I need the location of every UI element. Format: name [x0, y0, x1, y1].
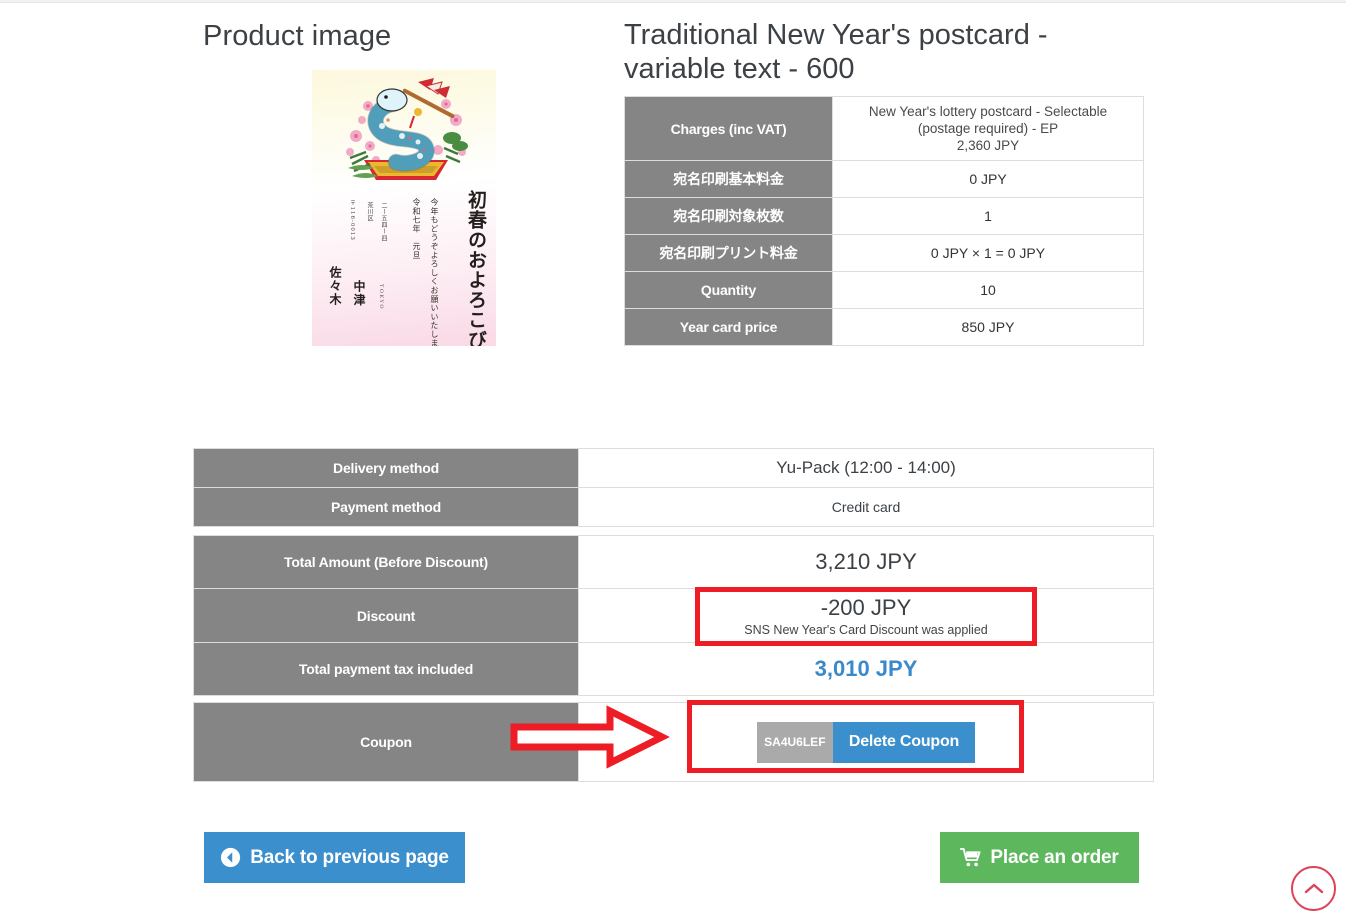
postcard-zip-code: 〒116-0013	[349, 200, 355, 241]
charges-row-label: 宛名印刷対象枚数	[624, 197, 833, 235]
delete-coupon-button[interactable]: Delete Coupon	[832, 721, 976, 763]
charges-row-label: Year card price	[624, 308, 833, 346]
charges-row-label: Quantity	[624, 271, 833, 309]
order-confirmation-page: Product image Traditional New Year's pos…	[0, 0, 1346, 914]
postcard-family-name: 佐々木	[328, 266, 342, 307]
charges-table: Charges (inc VAT) New Year's lottery pos…	[624, 96, 1144, 346]
postcard-greeting-text: 今年もどうぞよろしくお願いいたします	[430, 198, 439, 346]
total-payment-label: Total payment tax included	[193, 642, 579, 696]
chevron-up-icon	[1304, 883, 1323, 894]
delivery-method-label: Delivery method	[193, 448, 579, 488]
coupon-label: Coupon	[193, 702, 579, 782]
place-order-button-label: Place an order	[990, 846, 1119, 868]
payment-method-label: Payment method	[193, 487, 579, 527]
arrow-circle-left-icon	[221, 847, 241, 868]
total-before-discount-label: Total Amount (Before Discount)	[193, 535, 579, 589]
scroll-to-top-button[interactable]	[1291, 866, 1336, 911]
coupon-table: Coupon SA4U6LEF Delete Coupon	[193, 702, 1154, 782]
table-row: Payment method Credit card	[193, 487, 1154, 527]
total-before-discount-value: 3,210 JPY	[578, 535, 1154, 589]
charges-row-value: 10	[832, 271, 1144, 309]
postcard-address-line-1: 二ー五四ー四	[380, 202, 387, 242]
postcard-date-text: 令和七年 元旦	[412, 198, 421, 260]
table-row: Quantity 10	[624, 271, 1144, 309]
back-to-previous-page-button[interactable]: Back to previous page	[204, 832, 465, 883]
postcard-romaji-text: TOKYO	[378, 284, 384, 310]
product-postcard-image: 初春のおよろこびを申し上げます 今年もどうぞよろしくお願いいたします 令和七年 …	[312, 70, 496, 346]
product-image-heading: Product image	[203, 20, 392, 52]
delivery-method-value: Yu-Pack (12:00 - 14:00)	[578, 448, 1154, 488]
total-payment-value: 3,010 JPY	[578, 642, 1154, 696]
shopping-cart-icon	[960, 848, 981, 867]
discount-label: Discount	[193, 588, 579, 643]
table-row: Charges (inc VAT) New Year's lottery pos…	[624, 96, 1144, 161]
delivery-payment-table: Delivery method Yu-Pack (12:00 - 14:00) …	[193, 448, 1154, 527]
table-row: Coupon SA4U6LEF Delete Coupon	[193, 702, 1154, 782]
charges-row-label: Charges (inc VAT)	[624, 96, 833, 161]
back-button-label: Back to previous page	[250, 846, 449, 868]
table-row: Delivery method Yu-Pack (12:00 - 14:00)	[193, 448, 1154, 488]
discount-value-cell: -200 JPY SNS New Year's Card Discount wa…	[578, 588, 1154, 643]
table-row: Discount -200 JPY SNS New Year's Card Di…	[193, 588, 1154, 643]
charges-row-value: 850 JPY	[832, 308, 1144, 346]
charges-row-value: New Year's lottery postcard - Selectable…	[832, 96, 1144, 161]
totals-table: Total Amount (Before Discount) 3,210 JPY…	[193, 535, 1154, 696]
table-row: Year card price 850 JPY	[624, 308, 1144, 346]
table-row: Total Amount (Before Discount) 3,210 JPY	[193, 535, 1154, 589]
page-top-divider	[0, 0, 1346, 3]
page-title: Traditional New Year's postcard - variab…	[624, 19, 1048, 85]
coupon-controls: SA4U6LEF Delete Coupon	[580, 721, 1152, 763]
table-row: Total payment tax included 3,010 JPY	[193, 642, 1154, 696]
payment-method-value: Credit card	[578, 487, 1154, 527]
place-an-order-button[interactable]: Place an order	[940, 832, 1139, 883]
postcard-address-line-2: 荒川区	[366, 202, 373, 222]
snake-illustration	[346, 78, 468, 180]
coupon-code-field[interactable]: SA4U6LEF	[756, 721, 833, 763]
discount-note: SNS New Year's Card Discount was applied	[744, 622, 988, 637]
postcard-main-text: 初春のおよろこびを申し上げます	[465, 190, 487, 346]
table-row: 宛名印刷対象枚数 1	[624, 197, 1144, 235]
charges-row-value: 1	[832, 197, 1144, 235]
table-row: 宛名印刷基本料金 0 JPY	[624, 160, 1144, 198]
table-row: 宛名印刷プリント料金 0 JPY × 1 = 0 JPY	[624, 234, 1144, 272]
charges-row-label: 宛名印刷プリント料金	[624, 234, 833, 272]
postcard-given-name: 中津	[352, 280, 366, 307]
charges-row-value-text: New Year's lottery postcard - Selectable…	[868, 104, 1108, 153]
charges-row-value: 0 JPY	[832, 160, 1144, 198]
charges-row-label: 宛名印刷基本料金	[624, 160, 833, 198]
discount-amount: -200 JPY	[820, 594, 912, 620]
coupon-controls-cell: SA4U6LEF Delete Coupon	[578, 702, 1154, 782]
charges-row-value: 0 JPY × 1 = 0 JPY	[832, 234, 1144, 272]
